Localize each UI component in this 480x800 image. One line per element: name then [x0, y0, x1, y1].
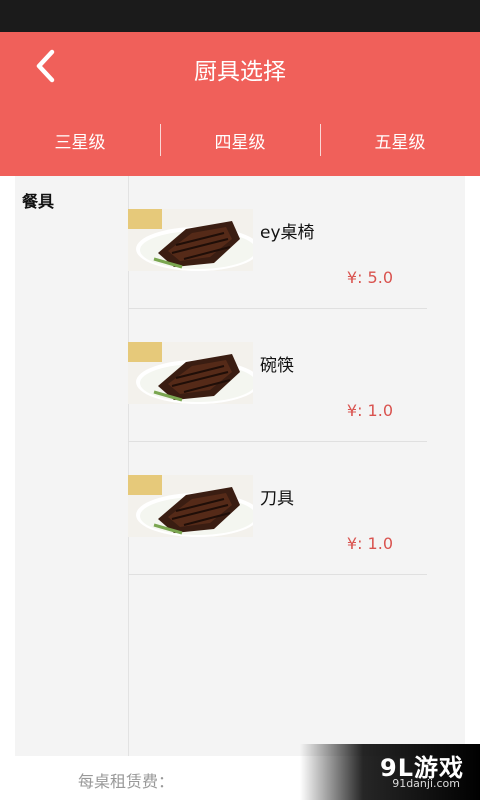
tab-four-star[interactable]: 四星级 — [160, 104, 320, 176]
tab-three-star[interactable]: 三星级 — [0, 104, 160, 176]
tab-five-star[interactable]: 五星级 — [320, 104, 480, 176]
title-bar: 厨具选择 — [0, 32, 480, 104]
rent-fee-label: 每桌租赁费： — [78, 772, 175, 791]
item-price: ¥: 5.0 — [346, 268, 393, 287]
item-list: ey桌椅 ¥: 5.0 碗筷 ¥: 1.0 刀具 ¥: 1.0 — [128, 176, 465, 756]
category-item-tableware[interactable]: 餐具 — [15, 176, 128, 212]
item-name: 刀具 — [260, 489, 294, 509]
item-name: 碗筷 — [260, 356, 294, 376]
category-list: 餐具 — [15, 176, 129, 756]
item-thumbnail — [128, 475, 253, 537]
status-bar — [0, 0, 480, 32]
watermark: 9L游戏 91danji.com — [300, 744, 480, 800]
list-item[interactable]: 碗筷 ¥: 1.0 — [128, 309, 427, 442]
item-price: ¥: 1.0 — [346, 401, 393, 420]
list-item[interactable]: 刀具 ¥: 1.0 — [128, 442, 427, 575]
item-name: ey桌椅 — [260, 223, 315, 243]
item-thumbnail — [128, 209, 253, 271]
page-title: 厨具选择 — [194, 59, 286, 85]
star-level-tabs: 三星级 四星级 五星级 — [0, 104, 480, 176]
watermark-url: 91danji.com — [392, 777, 460, 790]
item-thumbnail — [128, 342, 253, 404]
list-item[interactable]: ey桌椅 ¥: 5.0 — [128, 176, 427, 309]
content-area: 餐具 ey桌椅 ¥: 5.0 碗筷 ¥: 1.0 刀具 ¥: 1.0 — [15, 176, 465, 756]
item-price: ¥: 1.0 — [346, 534, 393, 553]
